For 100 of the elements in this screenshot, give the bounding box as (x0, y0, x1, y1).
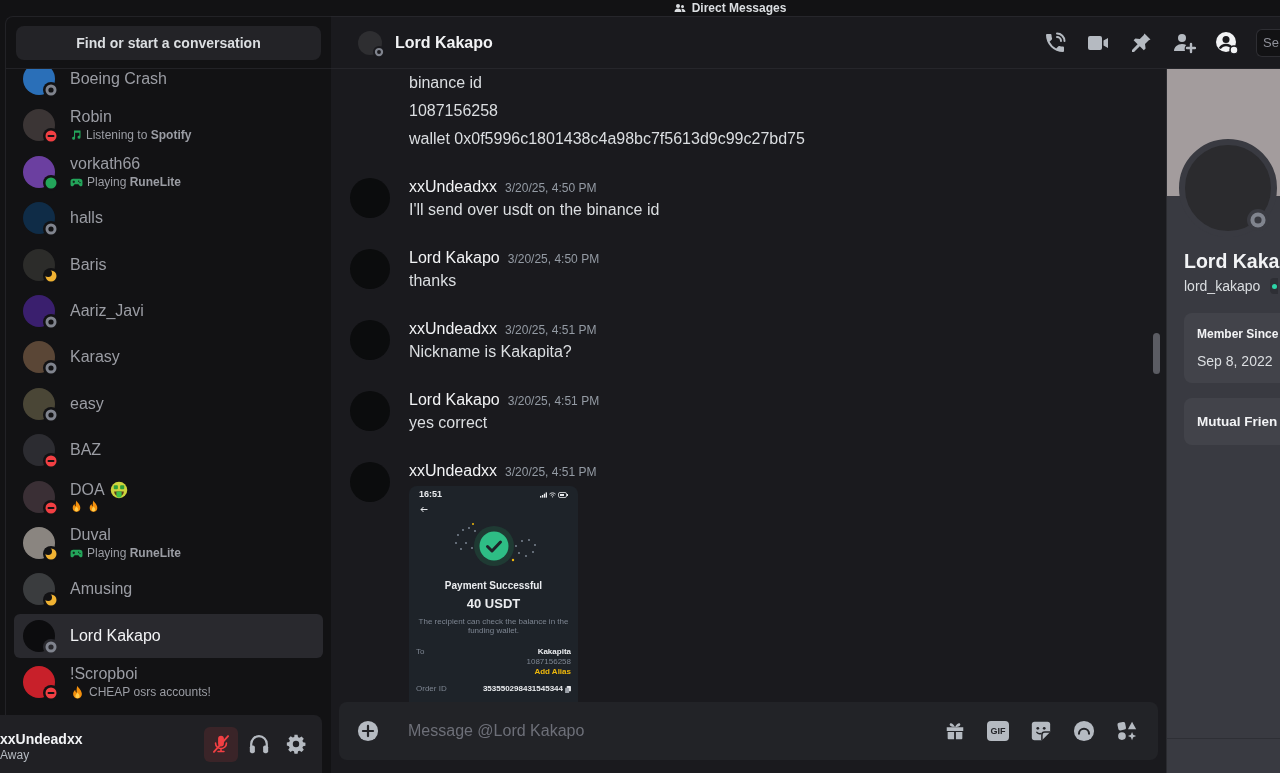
face-emoji-icon (109, 481, 128, 499)
add-plus-icon[interactable] (357, 720, 379, 742)
conversation-name: BAZ (70, 440, 102, 461)
status-icon (43, 221, 59, 238)
back-arrow-icon (420, 506, 428, 513)
payment-amount: 40 USDT (465, 596, 522, 612)
conversation-item[interactable]: halls (14, 196, 323, 241)
user-profile-icon[interactable] (1215, 30, 1239, 55)
message-input[interactable]: Message @Lord Kakapo (408, 719, 944, 743)
user-status-text: Away (0, 748, 31, 763)
clock-text: 16:51 (419, 489, 443, 500)
status-icon (373, 45, 385, 58)
conversation-name: Lord Kakapo (70, 625, 161, 646)
status-icon (43, 499, 59, 516)
gift-icon[interactable] (944, 720, 966, 742)
conversation-item[interactable]: Baris (14, 242, 323, 287)
conversation-name: Amusing (70, 579, 133, 600)
conversation-item[interactable]: Boeing Crash (14, 69, 323, 101)
detail-label: Order ID (416, 684, 447, 694)
conversation-name: easy (70, 393, 104, 414)
status-icon (43, 360, 59, 377)
headphones-icon (248, 733, 270, 755)
conversation-name: Duval (70, 524, 111, 545)
detail-value: Kakapita (537, 647, 571, 657)
message-text: yes correct (409, 413, 489, 433)
apps-icon[interactable] (1116, 720, 1138, 742)
timestamp: 3/20/25, 4:51 PM (505, 322, 597, 339)
conversation-name: Robin (70, 107, 112, 128)
flame-icon (70, 684, 85, 700)
display-name: Lord Kaka (1183, 249, 1280, 273)
conversation-item[interactable]: vorkath66 Playing RuneLite (14, 149, 323, 194)
conversation-name: Karasy (70, 347, 120, 368)
people-icon (673, 2, 686, 14)
microphone-slash-icon (211, 734, 231, 754)
conversation-name: !Scropboi (70, 664, 138, 685)
detail-value: 353550298431545344 (482, 684, 563, 694)
author-name: xxUndeadxx (409, 461, 498, 481)
status-icon (43, 313, 59, 330)
scrollbar-thumb[interactable] (1153, 333, 1160, 374)
flame-icon (87, 500, 100, 513)
conversation-name: Boeing Crash (70, 69, 167, 89)
music-note-icon (70, 129, 82, 142)
conversation-item[interactable]: Karasy (14, 335, 323, 380)
status-icon (43, 685, 59, 702)
conversation-name: Baris (70, 254, 107, 275)
conversation-item[interactable]: !Scropboi CHEAP osrs accounts! (14, 660, 323, 705)
username: xxUndeadxx (0, 730, 84, 748)
phone-icon[interactable] (1043, 30, 1067, 55)
signal-icon (540, 491, 547, 498)
payment-note: The recipient can check the balance in the funding wallet. (417, 617, 570, 635)
activity-text: Playing RuneLite (87, 544, 182, 561)
message-text: 1087156258 (409, 101, 499, 121)
conversation-item[interactable]: Amusing (14, 567, 323, 612)
conversation-item[interactable]: Lord Kakapo (14, 613, 323, 658)
avatar (358, 30, 382, 55)
timestamp: 3/20/25, 4:50 PM (505, 180, 597, 197)
author-name: Lord Kakapo (409, 390, 500, 410)
timestamp: 3/20/25, 4:50 PM (507, 251, 600, 268)
conversation-item[interactable]: DOA (14, 474, 323, 519)
alias-text: Add Alias (534, 667, 571, 677)
conversation-name: halls (70, 208, 103, 229)
status-icon (43, 406, 59, 423)
status-icon (43, 82, 59, 98)
status-icon (1247, 209, 1269, 231)
message-text: binance id (409, 73, 483, 93)
detail-subtext: 1087156258 (526, 657, 571, 667)
dot-icon (1272, 283, 1278, 289)
card-title: Member Since (1197, 326, 1280, 342)
status-icon (43, 638, 59, 655)
status-icon (43, 545, 59, 562)
search-field[interactable]: Se (1256, 28, 1280, 57)
mute-button[interactable] (204, 726, 238, 762)
find-conversation-button[interactable]: Find or start a conversation (16, 26, 321, 60)
activity-text: CHEAP osrs accounts! (89, 684, 211, 701)
payment-title: Payment Successful (443, 580, 544, 592)
status-icon (43, 453, 59, 470)
timestamp: 3/20/25, 4:51 PM (505, 464, 597, 481)
emoji-icon[interactable] (1073, 720, 1095, 742)
settings-gear-icon (285, 733, 307, 755)
card-title: Mutual Frien (1197, 413, 1279, 431)
username: lord_kakapo (1184, 277, 1261, 295)
author-name: xxUndeadxx (409, 177, 498, 197)
flame-icon (70, 500, 83, 513)
message-text: Nickname is Kakapita? (409, 342, 573, 362)
conversation-name: vorkath66 (70, 153, 141, 174)
conversation-name: DOA (70, 480, 105, 500)
conversation-item[interactable]: easy (14, 381, 323, 426)
gif-button[interactable]: GIF (987, 721, 1009, 741)
message-text: I'll send over usdt on the binance id (409, 200, 660, 220)
conversation-item[interactable]: Duval Playing RuneLite (14, 520, 323, 565)
message-text: thanks (409, 271, 458, 291)
conversation-item[interactable]: Robin Listening to Spotify (14, 103, 323, 148)
battery-icon (558, 491, 568, 498)
window-title: Direct Messages (691, 1, 787, 15)
author-name: xxUndeadxx (409, 319, 498, 339)
sticker-icon[interactable] (1030, 720, 1052, 742)
timestamp: 3/20/25, 4:51 PM (507, 393, 600, 410)
conversation-item[interactable]: Aariz_Javi (14, 288, 323, 333)
message-composer[interactable]: Message @Lord Kakapo GIF (339, 702, 1158, 760)
conversation-item[interactable]: BAZ (14, 428, 323, 473)
